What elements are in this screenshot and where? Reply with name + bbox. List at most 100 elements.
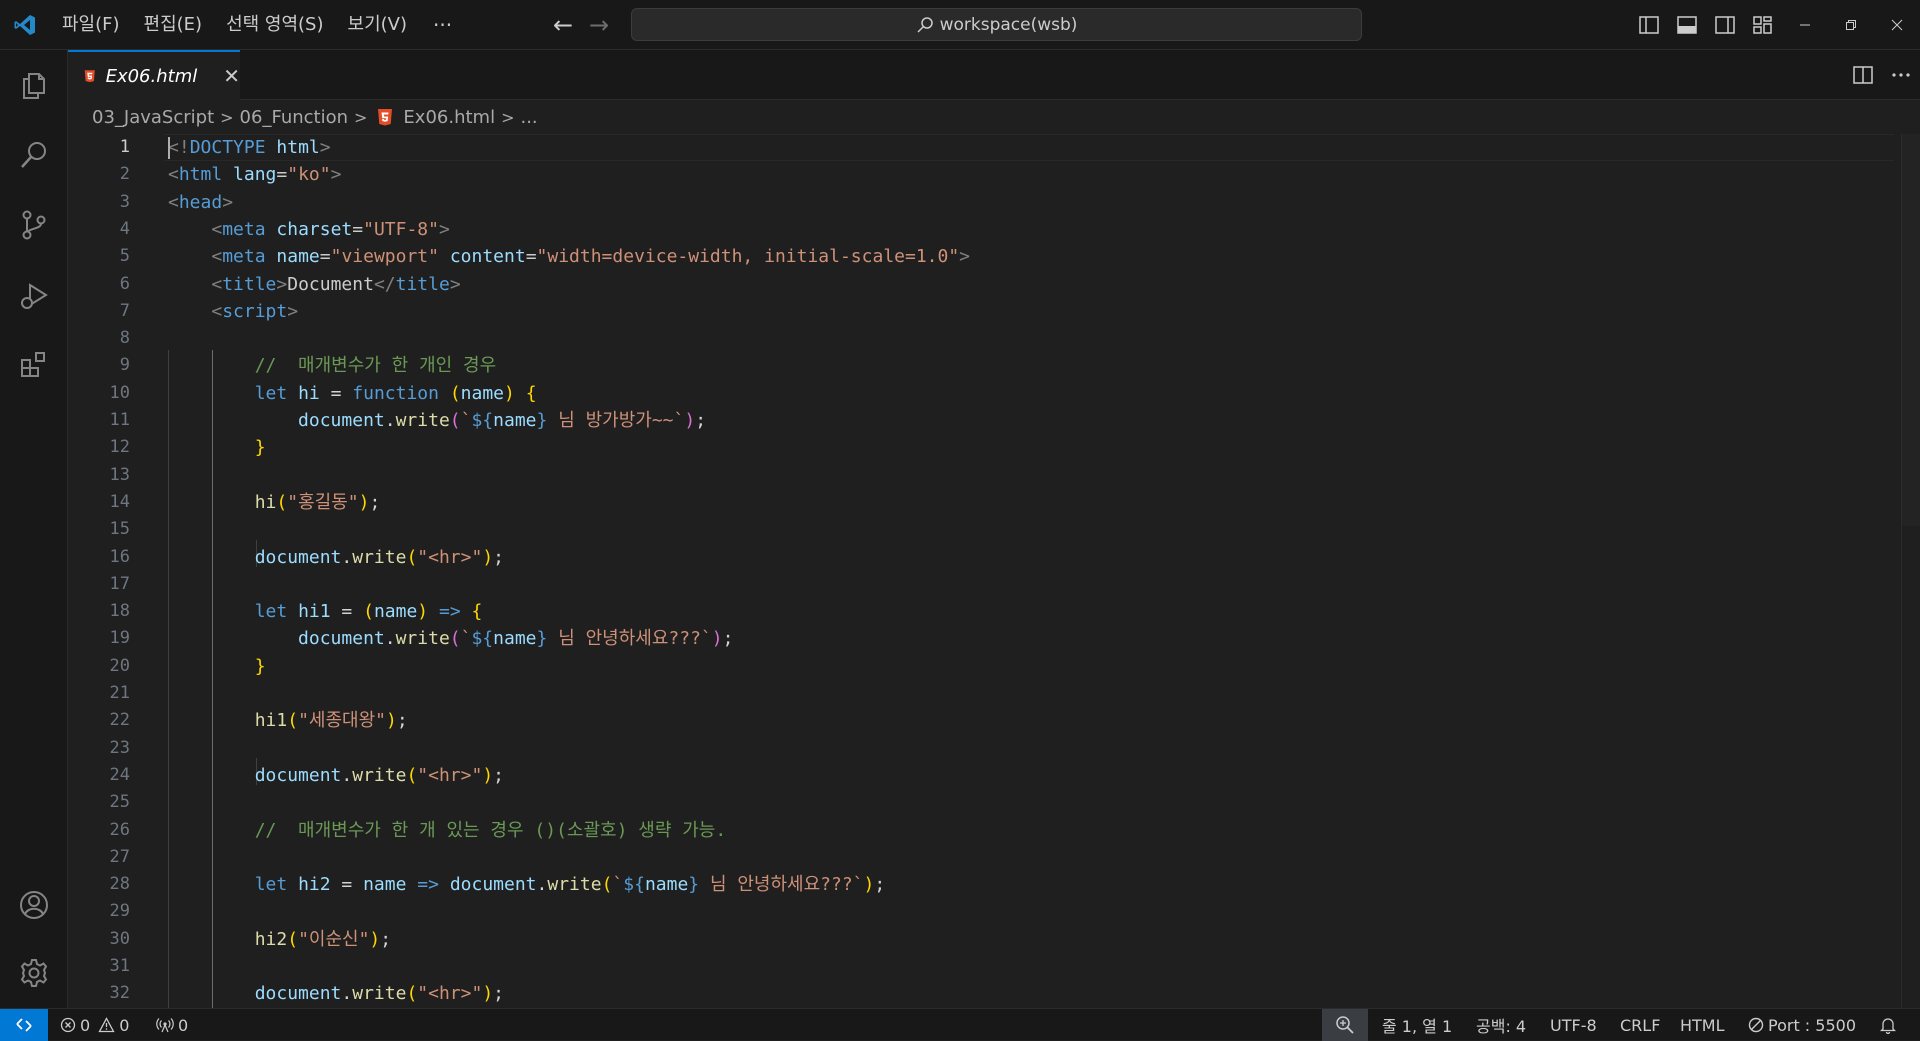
code-token: head bbox=[178, 192, 223, 213]
forward-arrow-icon[interactable]: → bbox=[581, 11, 617, 39]
line-number: 8 bbox=[119, 328, 130, 348]
code-token: hi bbox=[254, 492, 277, 513]
code-token: hi2 bbox=[298, 874, 331, 895]
split-editor-icon[interactable] bbox=[1844, 50, 1882, 100]
extensions-icon[interactable] bbox=[0, 335, 68, 395]
code-token: document bbox=[254, 547, 342, 568]
no-entry-icon bbox=[1748, 1017, 1764, 1033]
language-mode[interactable]: HTML bbox=[1680, 1009, 1725, 1041]
code-token: ; bbox=[380, 929, 392, 950]
line-number: 3 bbox=[119, 192, 130, 212]
code-line: document.write(`${name} 님 방가방가~~`); bbox=[168, 407, 706, 434]
close-window-icon[interactable] bbox=[1874, 0, 1920, 50]
encoding[interactable]: UTF-8 bbox=[1550, 1009, 1597, 1041]
code-token: ; bbox=[874, 874, 886, 895]
code-editor[interactable]: 1 2 3 4 5 6 7 8 9 10 11 12 13 14 15 16 17 18 19 20 21 22 23 24 2… bbox=[68, 134, 1920, 1008]
code-line: let hi2 = name => document.write(`${name… bbox=[168, 871, 886, 898]
code-token: document bbox=[254, 983, 342, 1004]
accounts-icon[interactable] bbox=[0, 875, 68, 935]
toggle-panel-icon[interactable] bbox=[1668, 0, 1706, 50]
zoom-icon[interactable] bbox=[1322, 1009, 1368, 1041]
vertical-scrollbar[interactable] bbox=[1902, 134, 1920, 526]
minimize-icon[interactable] bbox=[1782, 0, 1828, 50]
problems-indicator[interactable]: 0 0 bbox=[60, 1009, 129, 1041]
remote-indicator-icon[interactable] bbox=[0, 1009, 48, 1041]
line-number: 13 bbox=[109, 465, 130, 485]
command-center-search[interactable]: workspace(wsb) bbox=[631, 8, 1362, 41]
menu-edit[interactable]: 편집(E) bbox=[132, 0, 215, 50]
menu-view[interactable]: 보기(V) bbox=[336, 0, 419, 50]
breadcrumb: 03_JavaScript > 06_Function > Ex06.html … bbox=[68, 100, 1920, 134]
search-view-icon[interactable] bbox=[0, 125, 68, 185]
code-token: let bbox=[254, 874, 288, 895]
tab-ex06-html[interactable]: Ex06.html ✕ bbox=[68, 50, 240, 100]
code-token: ` bbox=[460, 410, 472, 431]
line-number: 30 bbox=[109, 929, 130, 949]
code-line: document.write(`${name} 님 안녕하세요???`); bbox=[168, 625, 733, 652]
code-token: meta bbox=[222, 219, 266, 240]
ports-indicator[interactable]: 0 bbox=[156, 1009, 188, 1041]
code-token: script bbox=[222, 301, 288, 322]
code-token: = bbox=[319, 383, 353, 404]
toggle-secondary-sidebar-icon[interactable] bbox=[1706, 0, 1744, 50]
breadcrumb-folder-function[interactable]: 06_Function bbox=[240, 107, 348, 128]
explorer-icon[interactable] bbox=[0, 55, 68, 115]
tab-close-icon[interactable]: ✕ bbox=[223, 64, 240, 88]
customize-layout-icon[interactable] bbox=[1744, 0, 1782, 50]
line-number: 18 bbox=[109, 601, 130, 621]
code-line: let hi = function (name) { bbox=[168, 380, 537, 407]
indentation[interactable]: 공백: 4 bbox=[1476, 1009, 1526, 1041]
code-token: document bbox=[254, 765, 342, 786]
breadcrumb-folder-javascript[interactable]: 03_JavaScript bbox=[92, 107, 214, 128]
code-token: hi2 bbox=[254, 929, 288, 950]
code-token: title bbox=[222, 274, 277, 295]
code-token: write bbox=[395, 628, 450, 649]
back-arrow-icon[interactable]: ← bbox=[545, 11, 581, 39]
code-token: name bbox=[644, 874, 689, 895]
menu-file[interactable]: 파일(F) bbox=[50, 0, 132, 50]
line-number: 15 bbox=[109, 519, 130, 539]
code-token: document bbox=[298, 410, 385, 431]
code-token: "<hr>" bbox=[417, 765, 483, 786]
source-control-icon[interactable] bbox=[0, 195, 68, 255]
run-debug-icon[interactable] bbox=[0, 265, 68, 325]
code-token: ( bbox=[406, 547, 418, 568]
menu-selection[interactable]: 선택 영역(S) bbox=[214, 0, 335, 50]
line-number: 11 bbox=[109, 410, 130, 430]
more-actions-icon[interactable] bbox=[1882, 50, 1920, 100]
toggle-primary-sidebar-icon[interactable] bbox=[1630, 0, 1668, 50]
live-server-port[interactable]: Port : 5500 bbox=[1748, 1009, 1856, 1041]
code-token: lang bbox=[233, 164, 277, 185]
restore-icon[interactable] bbox=[1828, 0, 1874, 50]
breadcrumb-symbols[interactable]: ... bbox=[520, 107, 537, 128]
code-token: ( bbox=[287, 710, 299, 731]
line-number: 31 bbox=[109, 956, 130, 976]
code-token: html bbox=[276, 137, 320, 158]
code-token: ) bbox=[385, 710, 397, 731]
settings-gear-icon[interactable] bbox=[0, 943, 68, 1003]
end-of-line[interactable]: CRLF bbox=[1620, 1009, 1660, 1041]
code-line: <script> bbox=[168, 298, 298, 325]
breadcrumb-file[interactable]: Ex06.html bbox=[403, 107, 495, 128]
line-number: 27 bbox=[109, 847, 130, 867]
code-token: > bbox=[319, 137, 331, 158]
code-token: ( bbox=[287, 929, 299, 950]
title-bar: 파일(F) 편집(E) 선택 영역(S) 보기(V) ··· ← → works… bbox=[0, 0, 1920, 50]
line-number: 7 bbox=[119, 301, 130, 321]
code-token: } bbox=[254, 656, 266, 677]
code-token: </ bbox=[373, 274, 396, 295]
line-number: 32 bbox=[109, 983, 130, 1003]
code-token: 님 안녕하세요???` bbox=[699, 874, 864, 895]
code-token: } bbox=[536, 410, 548, 431]
code-token: < bbox=[211, 274, 223, 295]
cursor-position[interactable]: 줄 1, 열 1 bbox=[1382, 1009, 1452, 1041]
menu-more-button[interactable]: ··· bbox=[419, 13, 466, 37]
line-number: 25 bbox=[109, 792, 130, 812]
code-token: "<hr>" bbox=[417, 547, 483, 568]
notifications-bell-icon[interactable] bbox=[1880, 1009, 1896, 1041]
